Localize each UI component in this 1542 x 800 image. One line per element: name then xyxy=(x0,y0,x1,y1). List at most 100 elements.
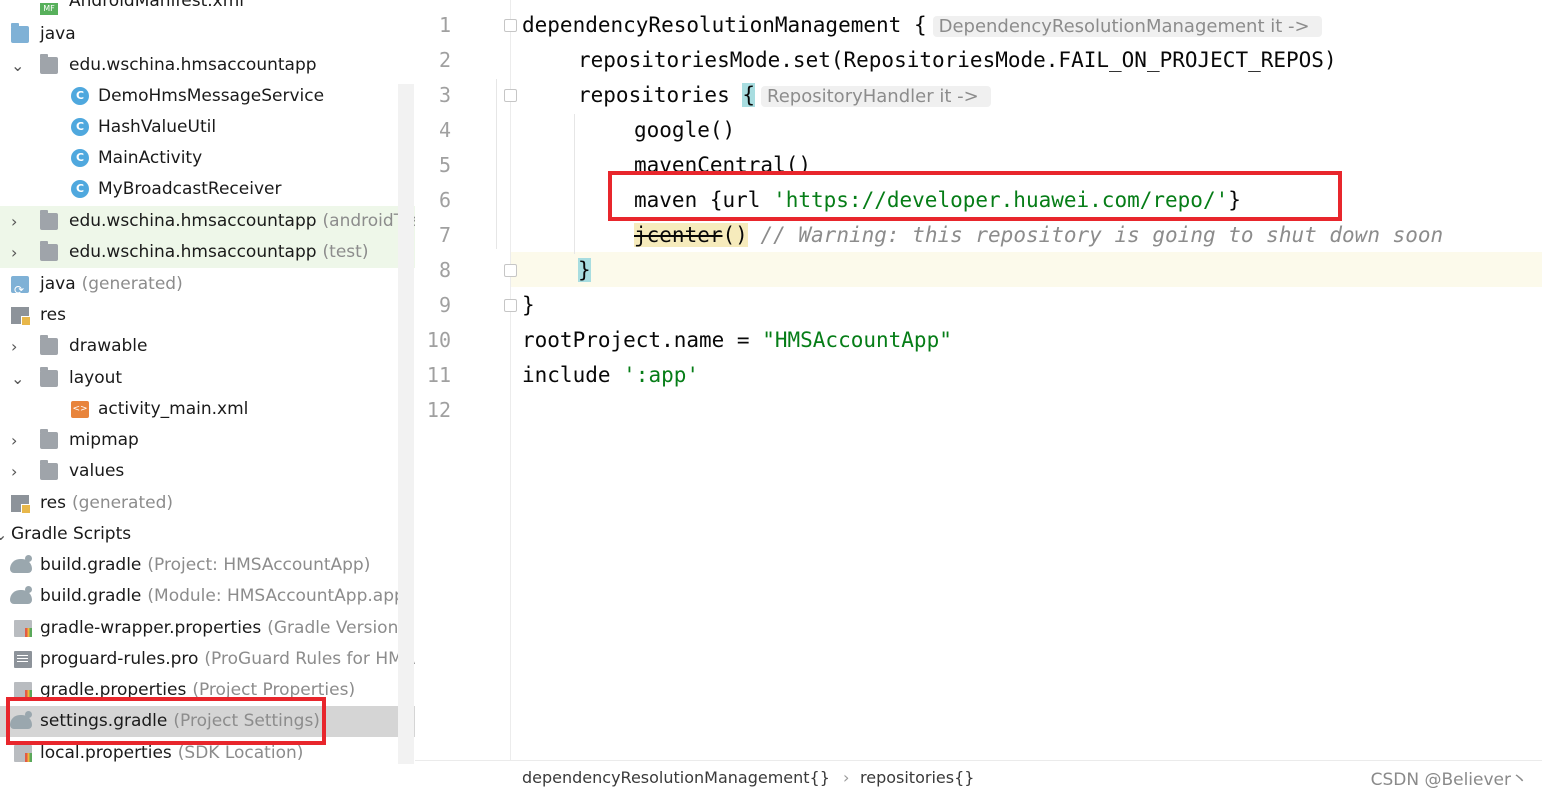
tree-item-suffix: (Project Properties) xyxy=(192,680,356,700)
properties-file-icon xyxy=(14,620,32,637)
tree-item-label: proguard-rules.pro xyxy=(40,649,199,669)
code-line-4[interactable]: google() xyxy=(634,113,735,148)
code-line-8[interactable]: } xyxy=(578,253,591,288)
fold-marker-icon[interactable] xyxy=(504,89,517,102)
tree-item-class[interactable]: C HashValueUtil xyxy=(0,112,415,143)
code-line-3[interactable]: repositories {RepositoryHandler it -> xyxy=(578,78,991,113)
tree-item-build-gradle-project[interactable]: build.gradle (Project: HMSAccountApp) xyxy=(0,550,415,581)
chevron-down-icon[interactable]: ⌄ xyxy=(11,50,27,81)
package-folder-icon xyxy=(40,210,58,230)
tree-item-settings-gradle[interactable]: settings.gradle (Project Settings) xyxy=(0,706,415,737)
folder-icon xyxy=(40,367,58,387)
tree-item-local-properties[interactable]: local.properties (SDK Location) xyxy=(0,738,415,769)
code-line-1[interactable]: dependencyResolutionManagement {Dependen… xyxy=(522,8,1322,43)
code-text: maven {url xyxy=(634,188,774,212)
tree-item-mipmap[interactable]: › mipmap xyxy=(0,425,415,456)
tree-item-class[interactable]: C MainActivity xyxy=(0,143,415,174)
code-editor[interactable]: 1 2 3 4 5 6 7 8 9 10 11 12 dependencyRes… xyxy=(415,0,1542,800)
tree-item-build-gradle-module[interactable]: build.gradle (Module: HMSAccountApp.app) xyxy=(0,581,415,612)
code-line-5[interactable]: mavenCentral() xyxy=(634,148,811,183)
code-text: dependencyResolutionManagement xyxy=(522,13,914,37)
code-line-7[interactable]: jcenter() // Warning: this repository is… xyxy=(634,218,1443,253)
class-icon: C xyxy=(71,180,89,198)
tree-item-suffix: (Module: HMSAccountApp.app) xyxy=(147,586,412,606)
tree-item-label: DemoHmsMessageService xyxy=(98,86,325,106)
tree-scrollbar[interactable] xyxy=(398,84,414,764)
brace: { xyxy=(913,13,927,37)
chevron-down-icon[interactable]: ⌄ xyxy=(11,363,27,394)
tree-item-suffix: (generated) xyxy=(81,274,183,294)
tree-item-android-manifest[interactable]: MF AndroidManifest.xml xyxy=(0,0,415,17)
tree-item-gradle-wrapper-properties[interactable]: gradle-wrapper.properties (Gradle Version… xyxy=(0,613,415,644)
matched-brace: } xyxy=(578,258,591,282)
tree-item-label: edu.wschina.hmsaccountapp xyxy=(69,55,317,75)
fold-marker-icon[interactable] xyxy=(504,299,517,312)
line-number: 3 xyxy=(438,83,451,107)
breadcrumb-item[interactable]: repositories{} xyxy=(860,761,974,795)
code-line-2[interactable]: repositoriesMode.set(RepositoriesMode.FA… xyxy=(578,43,1337,78)
inlay-hint: DependencyResolutionManagement it -> xyxy=(932,16,1322,37)
code-line-10[interactable]: rootProject.name = "HMSAccountApp" xyxy=(522,323,952,358)
tree-item-values[interactable]: › values xyxy=(0,456,415,487)
tree-item-res-generated[interactable]: res (generated) xyxy=(0,488,415,519)
tree-item-label: mipmap xyxy=(69,430,139,450)
chevron-right-icon[interactable]: › xyxy=(11,425,27,456)
tree-item-proguard-rules[interactable]: proguard-rules.pro (ProGuard Rules for HM… xyxy=(0,644,415,675)
manifest-file-icon: MF xyxy=(40,3,58,15)
fold-marker-icon[interactable] xyxy=(504,264,517,277)
tree-item-label: gradle.properties xyxy=(40,680,187,700)
chevron-right-icon[interactable]: › xyxy=(11,206,27,237)
code-text: include xyxy=(522,363,624,387)
chevron-down-icon[interactable]: ⌄ xyxy=(0,519,10,550)
tree-item-label: res xyxy=(40,305,66,325)
tree-item-java[interactable]: java xyxy=(0,19,415,50)
tree-item-activity-main-xml[interactable]: <> activity_main.xml xyxy=(0,394,415,425)
line-number: 6 xyxy=(438,188,451,212)
tree-item-label: build.gradle xyxy=(40,555,142,575)
breadcrumb-item[interactable]: dependencyResolutionManagement{} xyxy=(522,761,830,795)
line-number: 4 xyxy=(438,118,451,142)
tree-item-label: java xyxy=(40,24,76,44)
string-literal: "HMSAccountApp" xyxy=(762,328,952,352)
chevron-right-icon[interactable]: › xyxy=(11,237,27,268)
code-line-6[interactable]: maven {url 'https://developer.huawei.com… xyxy=(634,183,1241,218)
tree-item-label: MainActivity xyxy=(98,148,203,168)
tree-item-java-generated[interactable]: java(generated) xyxy=(0,269,415,306)
code-line-11[interactable]: include ':app' xyxy=(522,358,699,393)
tree-item-gradle-properties[interactable]: gradle.properties (Project Properties) xyxy=(0,675,415,706)
code-text: rootProject.name = xyxy=(522,328,763,352)
tree-item-class[interactable]: C MyBroadcastReceiver xyxy=(0,174,415,205)
code-text: repositories xyxy=(578,83,743,107)
line-number: 12 xyxy=(426,398,451,422)
tree-item-res[interactable]: res xyxy=(0,300,415,331)
class-icon: C xyxy=(71,149,89,167)
tree-item-gradle-scripts[interactable]: ⌄ Gradle Scripts xyxy=(0,519,415,550)
tree-item-suffix: (ProGuard Rules for HMSA xyxy=(204,649,415,669)
tree-item-suffix: (Project Settings) xyxy=(173,711,320,731)
breadcrumb-separator-icon: › xyxy=(843,768,850,787)
line-number: 10 xyxy=(426,328,451,352)
tree-item-package-test[interactable]: › edu.wschina.hmsaccountapp (test) xyxy=(0,237,415,268)
chevron-right-icon[interactable]: › xyxy=(11,456,27,487)
breadcrumb: dependencyResolutionManagement{} › repos… xyxy=(415,760,1542,800)
chevron-right-icon[interactable]: › xyxy=(11,331,27,362)
line-number: 8 xyxy=(438,258,451,282)
class-icon: C xyxy=(71,87,89,105)
tree-item-label: edu.wschina.hmsaccountapp xyxy=(69,211,317,231)
fold-marker-icon[interactable] xyxy=(504,19,517,32)
code-line-9[interactable]: } xyxy=(522,288,535,323)
package-folder-icon xyxy=(40,54,58,74)
tree-item-package-android-test[interactable]: › edu.wschina.hmsaccountapp(androidTest) xyxy=(0,206,415,237)
line-number: 9 xyxy=(438,293,451,317)
code-text: repositoriesMode.set(RepositoriesMode.FA… xyxy=(578,48,1337,72)
tree-item-label: res xyxy=(40,493,66,513)
tree-item-suffix: (Gradle Version) xyxy=(267,618,405,638)
tree-item-label: HashValueUtil xyxy=(98,117,217,137)
tree-item-package-main[interactable]: ⌄ edu.wschina.hmsaccountapp xyxy=(0,50,415,81)
tree-item-suffix: (Project: HMSAccountApp) xyxy=(147,555,371,575)
tree-item-drawable[interactable]: › drawable xyxy=(0,331,415,362)
tree-item-class[interactable]: C DemoHmsMessageService xyxy=(0,81,415,112)
tree-item-layout[interactable]: ⌄ layout xyxy=(0,363,415,394)
current-line-highlight xyxy=(511,252,1542,287)
tree-item-label: values xyxy=(69,461,125,481)
